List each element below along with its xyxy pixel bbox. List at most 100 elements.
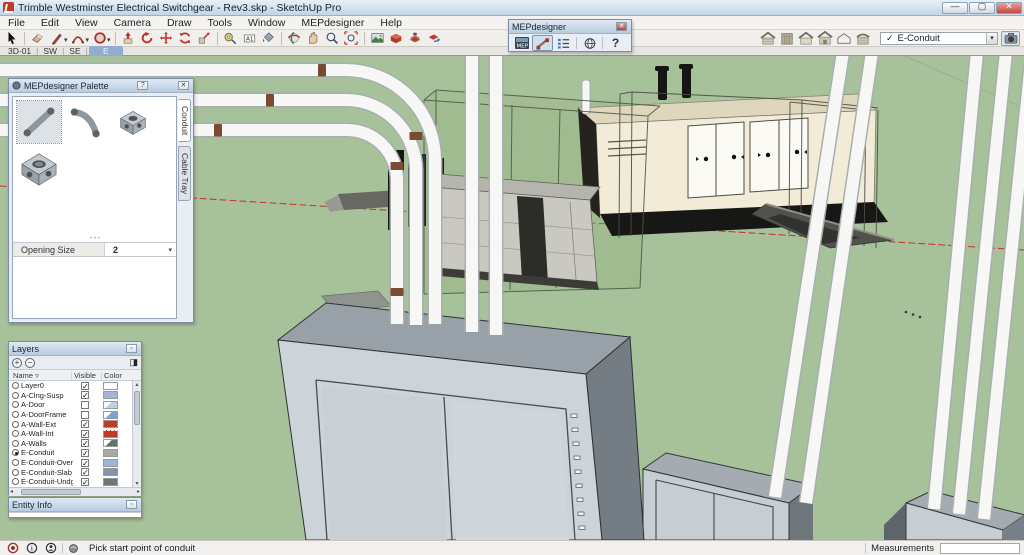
column-color[interactable]: Color xyxy=(101,371,127,380)
pushpull-tool[interactable] xyxy=(119,31,138,46)
menu-view[interactable]: View xyxy=(67,16,106,30)
palette-tab-cable-tray[interactable]: Cable Tray xyxy=(178,146,191,201)
close-button[interactable]: ✕ xyxy=(996,2,1022,14)
mepdesigner-toolbar-titlebar[interactable]: MEPdesigner ✕ xyxy=(509,20,631,34)
switchgear-row[interactable] xyxy=(430,174,600,290)
layer-row-E-Conduit-Undgroun[interactable]: E-Conduit-Undgroun✓ xyxy=(9,477,141,487)
layer-visible-checkbox[interactable]: ✓ xyxy=(81,478,89,486)
mepdesigner-palette[interactable]: MEPdesigner Palette ? ✕ • • • xyxy=(8,78,194,323)
building-view-icon-2[interactable] xyxy=(777,31,796,46)
title-bar[interactable]: Trimble Westminster Electrical Switchgea… xyxy=(0,0,1024,16)
circle-dropdown-icon[interactable]: ▾ xyxy=(107,36,111,44)
palette-help-icon[interactable]: ? xyxy=(137,81,148,90)
layer-row-E-Conduit-Overhead[interactable]: E-Conduit-Overhead✓ xyxy=(9,458,141,468)
layer-radio[interactable] xyxy=(12,411,19,418)
layer-radio[interactable] xyxy=(12,392,19,399)
combo-dropdown-icon[interactable]: ▾ xyxy=(986,33,997,44)
column-visible[interactable]: Visible xyxy=(71,371,101,380)
minimize-button[interactable]: — xyxy=(942,2,968,14)
maximize-button[interactable]: ▢ xyxy=(969,2,995,14)
close-icon[interactable]: ✕ xyxy=(616,22,627,31)
menu-help[interactable]: Help xyxy=(372,16,410,30)
palette-item-junction-box-small[interactable] xyxy=(111,101,155,143)
add-layer-button[interactable]: + xyxy=(12,358,22,368)
layer-color-swatch[interactable] xyxy=(103,478,118,486)
building-view-icon-6[interactable] xyxy=(853,31,872,46)
camera-view-button[interactable] xyxy=(1001,31,1020,46)
orbit-tool[interactable] xyxy=(285,31,304,46)
remove-layer-button[interactable]: − xyxy=(25,358,35,368)
layer-radio[interactable] xyxy=(12,421,19,428)
layer-row-A-Wall-Int[interactable]: A-Wall-Int✓ xyxy=(9,429,141,439)
connection-icon[interactable] xyxy=(68,543,79,554)
layer-row-A-Door[interactable]: A-Door xyxy=(9,400,141,410)
layer-color-swatch[interactable] xyxy=(103,420,118,428)
layer-row-A-Clng-Susp[interactable]: A-Clng-Susp✓ xyxy=(9,391,141,401)
scene-tab-sw[interactable]: SW xyxy=(39,46,61,56)
layer-radio[interactable] xyxy=(12,430,19,437)
building-view-icon-5[interactable] xyxy=(834,31,853,46)
layers-collapse-icon[interactable]: ▫ xyxy=(126,344,137,353)
layer-radio[interactable] xyxy=(12,459,19,466)
layer-visible-checkbox[interactable]: ✓ xyxy=(81,420,89,428)
layer-visible-checkbox[interactable]: ✓ xyxy=(81,382,89,390)
export-tool[interactable] xyxy=(425,31,444,46)
layer-row-A-Wall-Ext[interactable]: A-Wall-Ext✓ xyxy=(9,419,141,429)
component-tool-2[interactable] xyxy=(406,31,425,46)
scale-tool[interactable] xyxy=(195,31,214,46)
palette-item-junction-box-large[interactable] xyxy=(17,147,61,189)
layer-color-swatch[interactable] xyxy=(103,391,118,399)
palette-close-icon[interactable]: ✕ xyxy=(178,81,189,90)
mep-logo-icon[interactable]: MEP xyxy=(511,35,532,51)
layer-visible-checkbox[interactable]: ✓ xyxy=(81,439,89,447)
globe-icon[interactable] xyxy=(579,35,600,51)
menu-camera[interactable]: Camera xyxy=(106,16,159,30)
image-tool[interactable] xyxy=(368,31,387,46)
scene-tab-e[interactable]: E xyxy=(89,46,123,56)
layer-row-A-DoorFrame[interactable]: A-DoorFrame xyxy=(9,410,141,420)
palette-splitter[interactable]: • • • xyxy=(85,238,105,241)
layers-horizontal-scrollbar[interactable]: ◂▸ xyxy=(9,487,141,496)
sign-in-icon[interactable] xyxy=(45,542,57,554)
rotate-tool[interactable] xyxy=(176,31,195,46)
layer-row-Layer0[interactable]: Layer0✓ xyxy=(9,381,141,391)
layer-color-swatch[interactable] xyxy=(103,411,118,419)
conduit-list-icon[interactable] xyxy=(553,35,574,51)
layer-color-swatch[interactable] xyxy=(103,382,118,390)
layer-visible-checkbox[interactable]: ✓ xyxy=(81,391,89,399)
layers-details-icon[interactable]: ◨ xyxy=(129,357,138,368)
building-view-icon-1[interactable] xyxy=(758,31,777,46)
paint-bucket-tool[interactable] xyxy=(259,31,278,46)
layer-radio[interactable] xyxy=(12,440,19,447)
followme-tool[interactable] xyxy=(138,31,157,46)
palette-item-straight-conduit[interactable] xyxy=(17,101,61,143)
layer-color-swatch[interactable] xyxy=(103,468,118,476)
roof-conduit-stub[interactable] xyxy=(582,80,590,114)
layer-color-swatch[interactable] xyxy=(103,401,118,409)
draw-conduit-icon[interactable] xyxy=(532,35,553,51)
help-icon[interactable]: ? xyxy=(605,35,626,51)
pan-tool[interactable] xyxy=(304,31,323,46)
layer-radio[interactable] xyxy=(12,478,19,485)
switchgear-cabinet-foreground[interactable] xyxy=(278,303,644,540)
menu-window[interactable]: Window xyxy=(240,16,293,30)
palette-tab-conduit[interactable]: Conduit xyxy=(178,99,191,142)
layer-visible-checkbox[interactable]: ✓ xyxy=(81,459,89,467)
zoom-extents-tool[interactable] xyxy=(342,31,361,46)
menu-mepdesigner[interactable]: MEPdesigner xyxy=(293,16,372,30)
layer-radio[interactable] xyxy=(12,401,19,408)
entity-info-panel[interactable]: Entity Info ▫ xyxy=(8,497,142,518)
layers-panel[interactable]: Layers ▫ + − ◨ Name ▿ Visible Color ▴▾ L… xyxy=(8,341,142,495)
scene-tab-se[interactable]: SE xyxy=(65,46,84,56)
layer-color-swatch[interactable] xyxy=(103,449,118,457)
credits-icon[interactable]: i xyxy=(26,542,38,554)
layer-color-swatch[interactable] xyxy=(103,459,118,467)
building-view-icon-4[interactable] xyxy=(815,31,834,46)
tape-measure-tool[interactable] xyxy=(221,31,240,46)
layer-visible-checkbox[interactable]: ✓ xyxy=(81,430,89,438)
entity-info-titlebar[interactable]: Entity Info ▫ xyxy=(9,498,141,512)
line-dropdown-icon[interactable]: ▾ xyxy=(64,36,68,44)
eraser-tool[interactable] xyxy=(28,31,47,46)
measurements-input[interactable] xyxy=(940,543,1020,554)
dimension-tool[interactable]: A1 xyxy=(240,31,259,46)
